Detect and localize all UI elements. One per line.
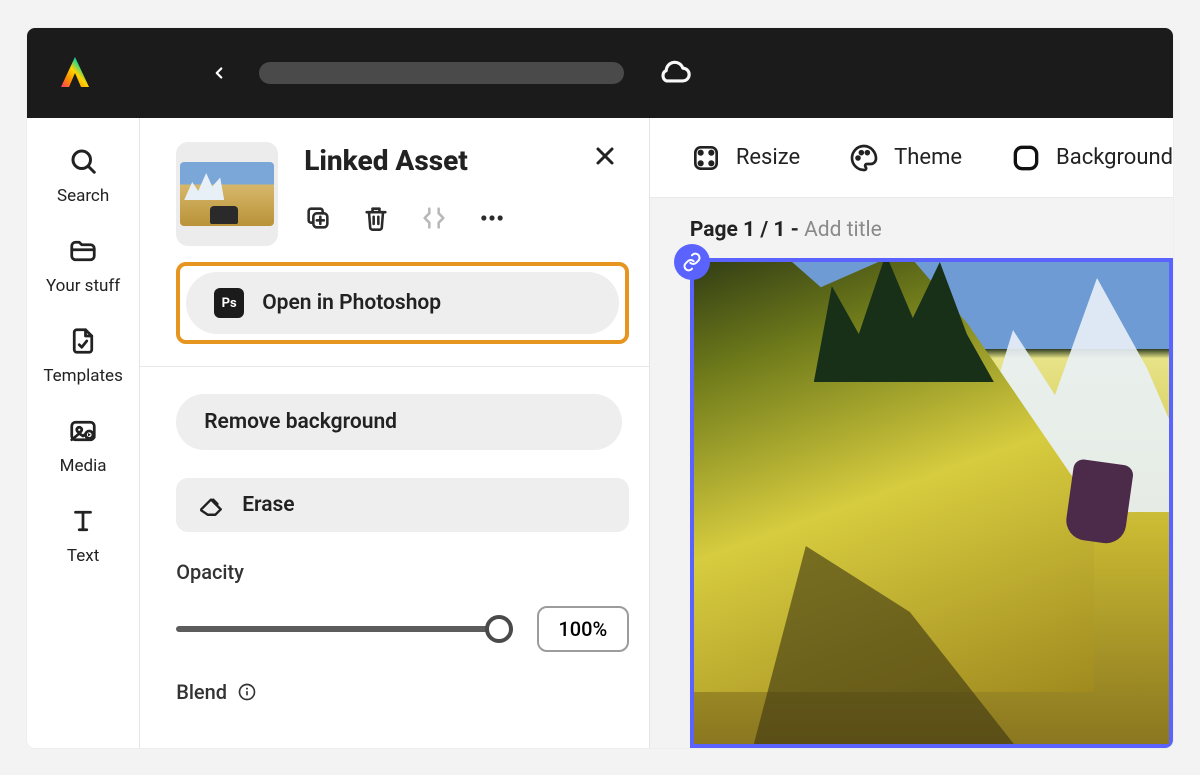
open-in-photoshop-button[interactable]: Ps Open in Photoshop	[186, 272, 619, 334]
artboard[interactable]	[690, 258, 1173, 748]
rail-item-templates[interactable]: Templates	[27, 326, 139, 386]
back-button[interactable]	[205, 59, 233, 87]
cloud-sync-icon[interactable]	[658, 54, 692, 92]
background-tool[interactable]: Background	[1010, 142, 1173, 174]
blend-label: Blend	[176, 680, 227, 704]
canvas-area: Resize Theme Background Page 1 / 1 - Add…	[650, 118, 1173, 748]
rail-item-your-stuff[interactable]: Your stuff	[27, 236, 139, 296]
panel-title: Linked Asset	[304, 144, 468, 177]
eraser-icon	[198, 492, 224, 518]
link-icon	[682, 252, 702, 272]
open-in-photoshop-label: Open in Photoshop	[262, 291, 441, 315]
background-label: Background	[1056, 145, 1173, 170]
canvas-toolbar: Resize Theme Background	[650, 118, 1173, 198]
remove-background-label: Remove background	[204, 410, 397, 434]
page-number: Page 1 / 1 -	[690, 218, 804, 242]
rail-item-media[interactable]: Media	[27, 416, 139, 476]
delete-icon[interactable]	[362, 204, 390, 236]
rail-item-text[interactable]: Text	[27, 506, 139, 566]
document-title-placeholder[interactable]	[259, 62, 624, 84]
properties-panel: Linked Asset	[140, 118, 650, 748]
resize-icon	[690, 142, 722, 174]
page-indicator[interactable]: Page 1 / 1 - Add title	[690, 218, 1173, 242]
app-logo	[57, 55, 93, 91]
more-icon[interactable]	[478, 204, 506, 236]
erase-button[interactable]: Erase	[176, 478, 629, 532]
rail-label-your-stuff: Your stuff	[46, 276, 120, 296]
close-panel-button[interactable]	[593, 144, 617, 172]
palette-icon	[848, 142, 880, 174]
unlink-icon	[420, 204, 448, 236]
background-icon	[1010, 142, 1042, 174]
erase-label: Erase	[242, 493, 294, 517]
page-title-placeholder: Add title	[804, 218, 882, 242]
open-in-photoshop-highlight: Ps Open in Photoshop	[176, 262, 629, 344]
rail-label-search: Search	[57, 186, 109, 206]
rail-label-templates: Templates	[43, 366, 123, 386]
asset-thumbnail[interactable]	[176, 142, 278, 246]
left-rail: Search Your stuff Templates Media Text	[27, 118, 140, 748]
opacity-value-input[interactable]: 100%	[537, 606, 629, 652]
theme-tool[interactable]: Theme	[848, 142, 962, 174]
resize-tool[interactable]: Resize	[690, 142, 800, 174]
top-bar	[27, 28, 1173, 118]
rail-label-media: Media	[60, 456, 107, 476]
duplicate-icon[interactable]	[304, 204, 332, 236]
resize-label: Resize	[736, 145, 800, 170]
photoshop-icon: Ps	[214, 288, 244, 318]
remove-background-button[interactable]: Remove background	[176, 394, 622, 450]
opacity-slider[interactable]	[176, 614, 513, 644]
info-icon[interactable]	[237, 682, 257, 702]
theme-label: Theme	[894, 145, 962, 170]
opacity-label: Opacity	[176, 560, 629, 584]
rail-label-text: Text	[67, 546, 99, 566]
rail-item-search[interactable]: Search	[27, 146, 139, 206]
linked-asset-badge[interactable]	[674, 244, 710, 280]
